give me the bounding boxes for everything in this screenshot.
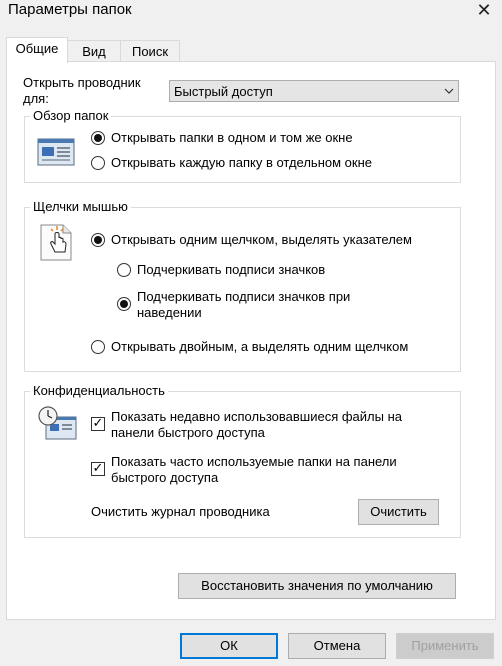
option-frequent-folders-label-line1[interactable]: Показать часто используемые папки на пан…: [111, 454, 397, 470]
open-explorer-label-line1: Открыть проводник: [23, 75, 141, 90]
window-title: Параметры папок: [8, 1, 132, 18]
checkmark-icon: ✓: [92, 415, 104, 430]
browse-folders-group: [24, 116, 461, 183]
restore-defaults-button[interactable]: Восстановить значения по умолчанию: [178, 573, 456, 599]
mouse-clicks-title: Щелчки мышью: [30, 199, 131, 215]
apply-button[interactable]: Применить: [396, 633, 494, 659]
cancel-button[interactable]: Отмена: [288, 633, 386, 659]
option-single-click-label[interactable]: Открывать одним щелчком, выделять указат…: [111, 232, 412, 248]
option-underline-always-label[interactable]: Подчеркивать подписи значков: [137, 262, 325, 278]
pointer-hand-icon: [40, 224, 72, 261]
radio-underline-on-hover[interactable]: [117, 297, 131, 311]
option-recent-files-label-line2[interactable]: панели быстрого доступа: [111, 425, 265, 441]
option-open-same-window-label[interactable]: Открывать папки в одном и том же окне: [111, 130, 353, 146]
radio-double-click[interactable]: [91, 340, 105, 354]
ok-button[interactable]: ОК: [180, 633, 278, 659]
option-double-click-label[interactable]: Открывать двойным, а выделять одним щелч…: [111, 339, 408, 355]
privacy-title: Конфиденциальность: [30, 383, 168, 399]
checkbox-recent-files[interactable]: ✓: [91, 415, 105, 431]
radio-open-same-window[interactable]: [91, 131, 105, 145]
radio-underline-always[interactable]: [117, 263, 131, 277]
option-underline-on-hover-label-line1[interactable]: Подчеркивать подписи значков при: [137, 289, 350, 305]
option-underline-on-hover-label-line2[interactable]: наведении: [137, 305, 202, 321]
tab-general[interactable]: Общие: [6, 37, 68, 63]
option-frequent-folders-label-line2[interactable]: быстрого доступа: [111, 470, 218, 486]
clear-history-button[interactable]: Очистить: [358, 499, 439, 525]
browse-folders-title: Обзор папок: [30, 108, 112, 124]
checkbox-frequent-folders[interactable]: ✓: [91, 460, 105, 476]
checkmark-icon: ✓: [92, 460, 104, 475]
option-open-new-window-label[interactable]: Открывать каждую папку в отдельном окне: [111, 155, 372, 171]
clear-history-label: Очистить журнал проводника: [91, 504, 270, 519]
folder-windows-icon: [37, 138, 75, 166]
recent-files-clock-icon: [38, 406, 77, 440]
open-explorer-label-line2: для:: [23, 91, 49, 106]
radio-single-click[interactable]: [91, 233, 105, 247]
radio-open-new-window[interactable]: [91, 156, 105, 170]
chevron-down-icon[interactable]: [440, 80, 458, 102]
option-recent-files-label-line1[interactable]: Показать недавно использовавшиеся файлы …: [111, 409, 402, 425]
open-explorer-selected: Быстрый доступ: [174, 84, 273, 99]
tab-search[interactable]: Поиск: [120, 40, 180, 63]
tab-view[interactable]: Вид: [67, 40, 121, 63]
close-icon[interactable]: ✕: [470, 0, 498, 22]
